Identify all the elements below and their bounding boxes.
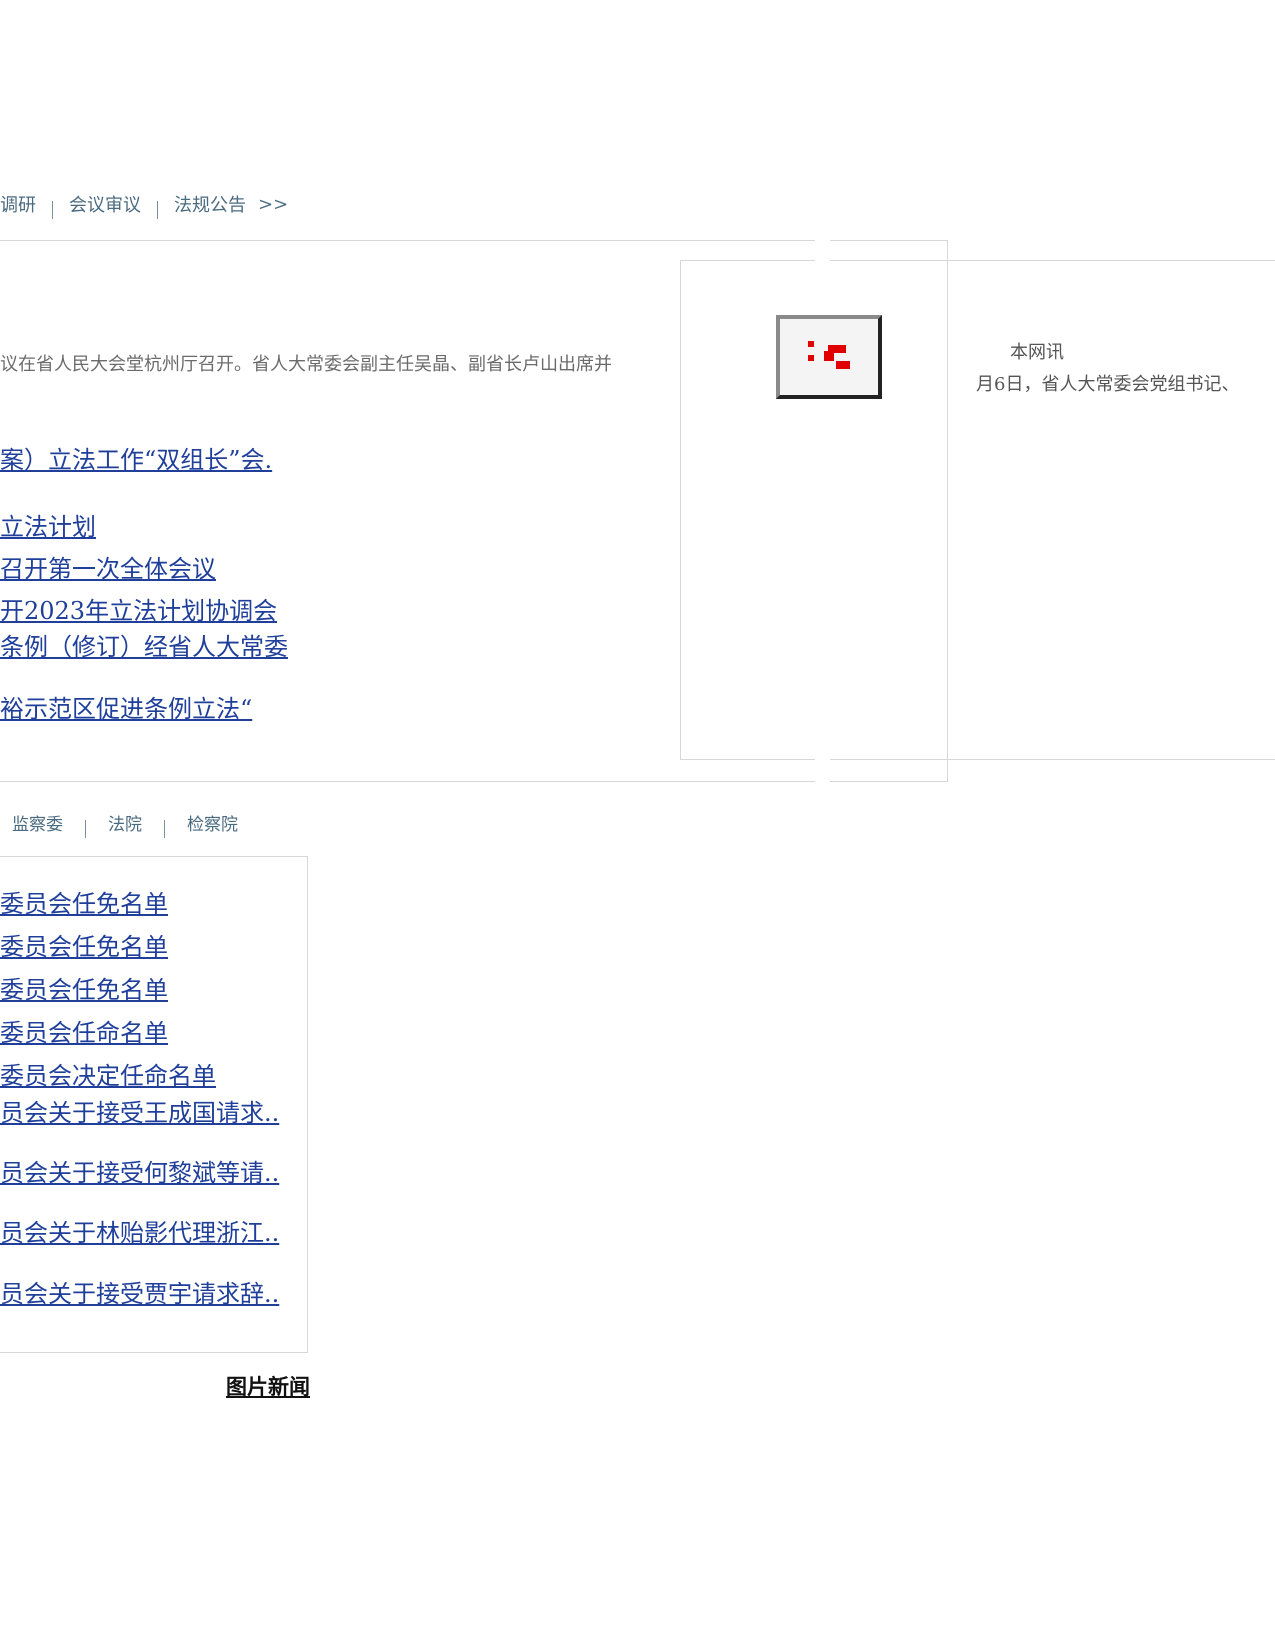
list-item[interactable]: 委员会任免名单 (0, 927, 168, 962)
tab-procuratorate[interactable]: 检察院 (187, 810, 238, 835)
photo-news-link[interactable]: 图片新闻 (226, 1371, 310, 1401)
headline-summary: 议在省人民大会堂杭州厅召开。省人大常委会副主任吴晶、副省长卢山出席并 (0, 354, 612, 375)
list-item[interactable]: 员会关于林贻影代理浙江.. (0, 1213, 279, 1248)
more-link[interactable]: >> (258, 194, 288, 215)
list-item[interactable]: 委员会任免名单 (0, 970, 168, 1005)
icon-red-mark (808, 341, 814, 347)
list-item[interactable]: 委员会任命名单 (0, 1013, 168, 1048)
tab-separator (157, 201, 158, 219)
news-link[interactable]: 案）立法工作“双组长”会. (0, 440, 272, 475)
icon-red-mark (808, 355, 814, 361)
featured-title: 本网讯 (1010, 342, 1064, 363)
tab-supervision-commission[interactable]: 监察委 (12, 810, 63, 835)
list-item[interactable]: 委员会任免名单 (0, 884, 168, 919)
top-tabs: 调研 会议审议 法规公告 >> (0, 184, 288, 224)
tab-meeting-review[interactable]: 会议审议 (69, 191, 141, 217)
tab-separator (52, 201, 53, 219)
list-item[interactable]: 员会关于接受何黎斌等请.. (0, 1153, 279, 1188)
featured-description: 月6日，省人大常委会党组书记、 (976, 374, 1240, 395)
news-link[interactable]: 裕示范区促进条例立法“ (0, 689, 252, 724)
icon-red-mark (836, 361, 850, 369)
news-link[interactable]: 立法计划 (0, 507, 96, 542)
list-item[interactable]: 员会关于接受贾宇请求辞.. (0, 1274, 279, 1309)
broken-image-icon (776, 315, 882, 399)
tab-court[interactable]: 法院 (108, 810, 142, 835)
tab-research[interactable]: 调研 (0, 191, 36, 217)
icon-red-mark (824, 351, 834, 361)
tab-regulation-notice[interactable]: 法规公告 (174, 191, 246, 217)
list-item[interactable]: 委员会决定任命名单 (0, 1056, 216, 1091)
news-link[interactable]: 条例（修订）经省人大常委 (0, 627, 288, 662)
tab-separator (85, 819, 86, 838)
featured-text-area (950, 275, 1275, 450)
tab-separator (164, 819, 165, 838)
news-link[interactable]: 召开第一次全体会议 (0, 549, 216, 584)
list-item[interactable]: 员会关于接受王成国请求.. (0, 1093, 279, 1128)
news-link[interactable]: 开2023年立法计划协调会 (0, 591, 277, 626)
bottom-tabs: 监察委 法院 检察院 (12, 810, 238, 838)
